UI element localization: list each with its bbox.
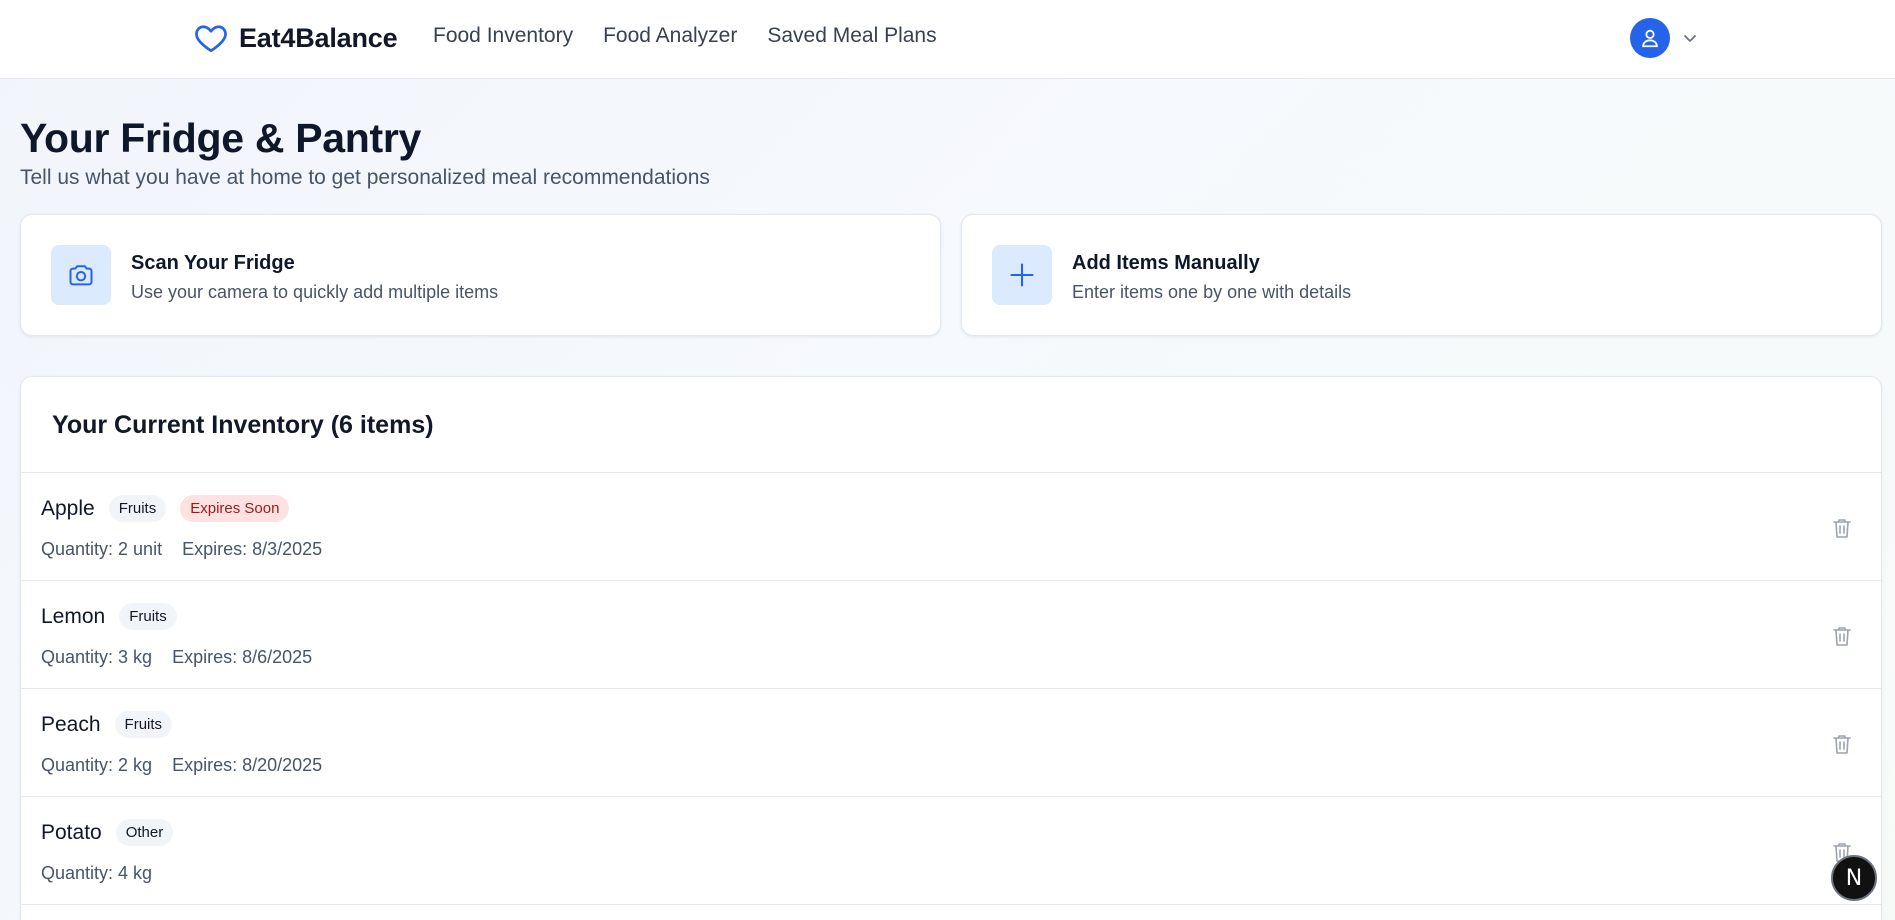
item-quantity: Quantity: 2 unit bbox=[41, 539, 163, 559]
nav-food-analyzer[interactable]: Food Analyzer bbox=[603, 24, 737, 48]
item-name: Peach bbox=[41, 712, 101, 736]
item-name: Lemon bbox=[41, 604, 106, 628]
add-manual-title: Add Items Manually bbox=[1072, 252, 1260, 274]
item-expiry: Expires: 8/20/2025 bbox=[172, 755, 323, 775]
nav-saved-meal-plans[interactable]: Saved Meal Plans bbox=[767, 24, 936, 48]
add-manual-description: Enter items one by one with details bbox=[1072, 282, 1352, 302]
item-expiry: Expires: 8/6/2025 bbox=[172, 647, 313, 667]
item-name: Apple bbox=[41, 496, 95, 520]
item-expiry: Expires: 8/3/2025 bbox=[182, 539, 323, 559]
page-subtitle: Tell us what you have at home to get per… bbox=[20, 166, 710, 189]
scan-fridge-card[interactable]: Scan Your Fridge Use your camera to quic… bbox=[20, 214, 941, 336]
inventory-panel: Your Current Inventory (6 items) Apple F… bbox=[20, 376, 1882, 920]
camera-icon bbox=[69, 265, 93, 286]
user-icon bbox=[1642, 29, 1658, 48]
inventory-row: Peach Fruits Quantity: 2 kg Expires: 8/2… bbox=[21, 689, 1881, 797]
category-badge: Fruits bbox=[119, 603, 177, 630]
inventory-header: Your Current Inventory (6 items) bbox=[21, 377, 1881, 473]
user-menu-button[interactable] bbox=[1630, 18, 1698, 58]
avatar[interactable] bbox=[1630, 18, 1670, 58]
brand[interactable]: Eat4Balance bbox=[193, 20, 398, 56]
trash-icon[interactable] bbox=[1832, 517, 1852, 539]
inventory-row: Apple Fruits Expires Soon Quantity: 2 un… bbox=[21, 473, 1881, 581]
scan-icon-box bbox=[51, 245, 111, 305]
trash-icon[interactable] bbox=[1832, 625, 1852, 647]
heart-icon bbox=[195, 25, 227, 53]
floating-button-label: N bbox=[1845, 865, 1863, 891]
inventory-row: Lemon Fruits Quantity: 3 kg Expires: 8/6… bbox=[21, 581, 1881, 689]
nav-food-inventory[interactable]: Food Inventory bbox=[433, 24, 573, 48]
category-badge: Fruits bbox=[108, 495, 167, 522]
item-name: Potato bbox=[41, 820, 102, 844]
scan-description: Use your camera to quickly add multiple … bbox=[131, 282, 499, 302]
chevron-down-icon[interactable] bbox=[1682, 30, 1698, 46]
inventory-title: Your Current Inventory (6 items) bbox=[52, 411, 434, 439]
plus-icon bbox=[1010, 263, 1034, 287]
page-title: Your Fridge & Pantry bbox=[20, 115, 422, 161]
scan-title: Scan Your Fridge bbox=[131, 252, 295, 274]
main-nav: Food Inventory Food Analyzer Saved Meal … bbox=[433, 24, 967, 48]
expires-soon-badge: Expires Soon bbox=[180, 495, 290, 522]
top-navbar: Eat4Balance Food Inventory Food Analyzer… bbox=[0, 0, 1895, 79]
brand-name: Eat4Balance bbox=[239, 22, 398, 53]
trash-icon[interactable] bbox=[1832, 733, 1852, 755]
next-logo-icon[interactable]: N bbox=[1831, 855, 1877, 901]
add-icon-box bbox=[992, 245, 1052, 305]
inventory-row: Potato Other Quantity: 4 kg bbox=[21, 797, 1881, 905]
item-quantity: Quantity: 3 kg bbox=[41, 647, 153, 667]
category-badge: Fruits bbox=[114, 711, 173, 738]
item-quantity: Quantity: 4 kg bbox=[41, 863, 153, 883]
add-items-manually-card[interactable]: Add Items Manually Enter items one by on… bbox=[961, 214, 1882, 336]
item-quantity: Quantity: 2 kg bbox=[41, 755, 153, 775]
category-badge: Other bbox=[115, 819, 174, 846]
